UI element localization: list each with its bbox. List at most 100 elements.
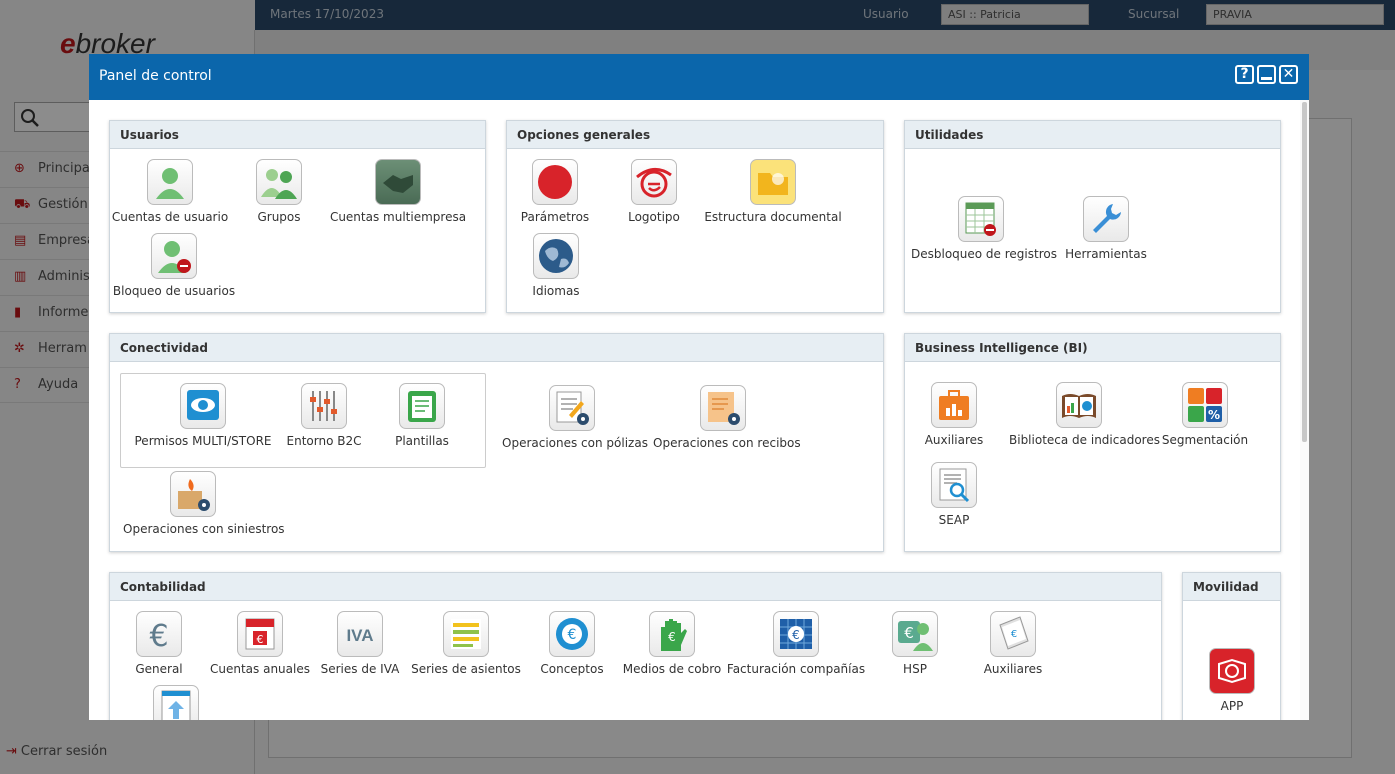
item-operaciones-polizas[interactable]: Operaciones con pólizas xyxy=(502,385,648,450)
eye-monitor-icon xyxy=(180,383,226,429)
item-label: Operaciones con recibos xyxy=(653,436,801,450)
panel-title: Opciones generales xyxy=(507,121,883,149)
euro-user-icon: € xyxy=(892,611,938,657)
user-icon xyxy=(147,159,193,205)
item-bi-auxiliares[interactable]: Auxiliares xyxy=(884,382,1024,447)
item-label: Segmentación xyxy=(1161,433,1249,447)
folder-icon xyxy=(750,159,796,205)
panel-utilidades: Utilidades Desbloqueo de registros Herra… xyxy=(904,120,1281,313)
euro-icon: € xyxy=(136,611,182,657)
upload-icon xyxy=(153,685,199,720)
panel-usuarios: Usuarios Cuentas de usuario Grupos Cuent… xyxy=(109,120,486,313)
item-import[interactable] xyxy=(106,685,246,720)
euro-cycle-icon: € xyxy=(549,611,595,657)
clipboard-icon xyxy=(399,383,445,429)
book-chart-icon xyxy=(1056,382,1102,428)
panel-title: Business Intelligence (BI) xyxy=(905,334,1280,362)
item-permisos-multistore[interactable]: Permisos MULTI/STORE xyxy=(133,383,273,448)
scrollbar[interactable] xyxy=(1300,100,1309,720)
item-estructura-documental[interactable]: Estructura documental xyxy=(703,159,843,224)
calendar-euro-icon: € xyxy=(237,611,283,657)
building-euro-icon: € xyxy=(773,611,819,657)
item-label: Auxiliares xyxy=(983,662,1043,676)
spreadsheet-unlock-icon xyxy=(958,196,1004,242)
svg-text:€: € xyxy=(1011,629,1017,640)
item-operaciones-siniestros[interactable]: Operaciones con siniestros xyxy=(123,471,285,536)
panel-conectividad: Conectividad Permisos MULTI/STORE Entorn… xyxy=(109,333,884,552)
svg-text:€: € xyxy=(568,627,577,643)
panel-business-intelligence: Business Intelligence (BI) Auxiliares Bi… xyxy=(904,333,1281,552)
app-icon xyxy=(1209,648,1255,694)
svg-text:€: € xyxy=(792,628,800,642)
wrench-icon xyxy=(1083,196,1129,242)
hand-euro-icon: € xyxy=(649,611,695,657)
briefcase-chart-icon xyxy=(931,382,977,428)
item-label: Bloqueo de usuarios xyxy=(112,284,236,298)
panel-movilidad: Movilidad APP xyxy=(1182,572,1281,720)
help-button[interactable]: ? xyxy=(1235,65,1254,84)
svg-text:€: € xyxy=(904,624,914,642)
panel-title: Usuarios xyxy=(110,121,485,149)
item-segmentacion[interactable]: % Segmentación xyxy=(1135,382,1275,447)
item-plantillas[interactable]: Plantillas xyxy=(352,383,492,448)
item-label: Permisos MULTI/STORE xyxy=(134,434,272,448)
globe-icon xyxy=(533,233,579,279)
group-icon xyxy=(256,159,302,205)
minimize-icon xyxy=(1261,77,1272,80)
panel-contabilidad: Contabilidad € General € Cuentas anuales… xyxy=(109,572,1162,720)
item-cuentas-multiempresa[interactable]: Cuentas multiempresa xyxy=(328,159,468,224)
svg-text:€: € xyxy=(149,619,168,653)
dialog-title: Panel de control xyxy=(99,68,212,84)
svg-text:%: % xyxy=(1208,408,1220,422)
segments-grid-icon: % xyxy=(1182,382,1228,428)
item-idiomas[interactable]: Idiomas xyxy=(486,233,626,298)
item-label: Auxiliares xyxy=(924,433,984,447)
iva-icon: IVA xyxy=(337,611,383,657)
sliders-icon xyxy=(301,383,347,429)
panel-title: Contabilidad xyxy=(110,573,1161,601)
item-herramientas[interactable]: Herramientas xyxy=(1036,196,1176,261)
panel-title: Conectividad xyxy=(110,334,883,362)
control-panel-dialog: Panel de control ? ✕ Usuarios Cuentas de… xyxy=(89,54,1309,720)
svg-text:IVA: IVA xyxy=(346,626,373,645)
item-label: Desbloqueo de registros xyxy=(911,247,1057,261)
item-label: Cuentas multiempresa xyxy=(329,210,467,224)
item-label: Estructura documental xyxy=(704,210,842,224)
scrollbar-thumb[interactable] xyxy=(1302,102,1307,442)
minimize-button[interactable] xyxy=(1257,65,1276,84)
item-biblioteca-indicadores[interactable]: Biblioteca de indicadores xyxy=(1009,382,1160,447)
item-bloqueo-usuarios[interactable]: Bloqueo de usuarios xyxy=(104,233,244,298)
notebook-euro-icon: € xyxy=(990,611,1036,657)
item-medios-cobro[interactable]: € Medios de cobro xyxy=(602,611,742,676)
document-search-icon xyxy=(931,462,977,508)
item-label: APP xyxy=(1220,699,1244,713)
item-label: Medios de cobro xyxy=(622,662,722,676)
panel-opciones-generales: Opciones generales Parámetros Logotipo E… xyxy=(506,120,884,313)
item-contabilidad-auxiliares[interactable]: € Auxiliares xyxy=(943,611,1083,676)
item-label: SEAP xyxy=(938,513,970,527)
item-label: Plantillas xyxy=(395,434,449,448)
user-blocked-icon xyxy=(151,233,197,279)
panel-title: Movilidad xyxy=(1183,573,1280,601)
handshake-icon xyxy=(375,159,421,205)
close-button[interactable]: ✕ xyxy=(1279,65,1298,84)
panel-title: Utilidades xyxy=(905,121,1280,149)
item-operaciones-recibos[interactable]: Operaciones con recibos xyxy=(653,385,801,450)
item-label: Operaciones con siniestros xyxy=(123,522,285,536)
dialog-body: Usuarios Cuentas de usuario Grupos Cuent… xyxy=(89,100,1309,720)
svg-text:€: € xyxy=(668,630,676,644)
ebroker-e-icon xyxy=(532,159,578,205)
item-label: Herramientas xyxy=(1065,247,1147,261)
item-label: Operaciones con pólizas xyxy=(502,436,648,450)
ledger-lines-icon xyxy=(443,611,489,657)
logo-icon xyxy=(631,159,677,205)
item-label: Idiomas xyxy=(532,284,580,298)
item-seap[interactable]: SEAP xyxy=(884,462,1024,527)
dialog-header: Panel de control ? ✕ xyxy=(89,54,1309,100)
box-fire-gear-icon xyxy=(170,471,216,517)
item-app[interactable]: APP xyxy=(1162,648,1302,713)
receipt-gear-icon xyxy=(700,385,746,431)
svg-text:€: € xyxy=(257,633,264,646)
item-desbloqueo-registros[interactable]: Desbloqueo de registros xyxy=(911,196,1057,261)
document-gear-icon xyxy=(549,385,595,431)
